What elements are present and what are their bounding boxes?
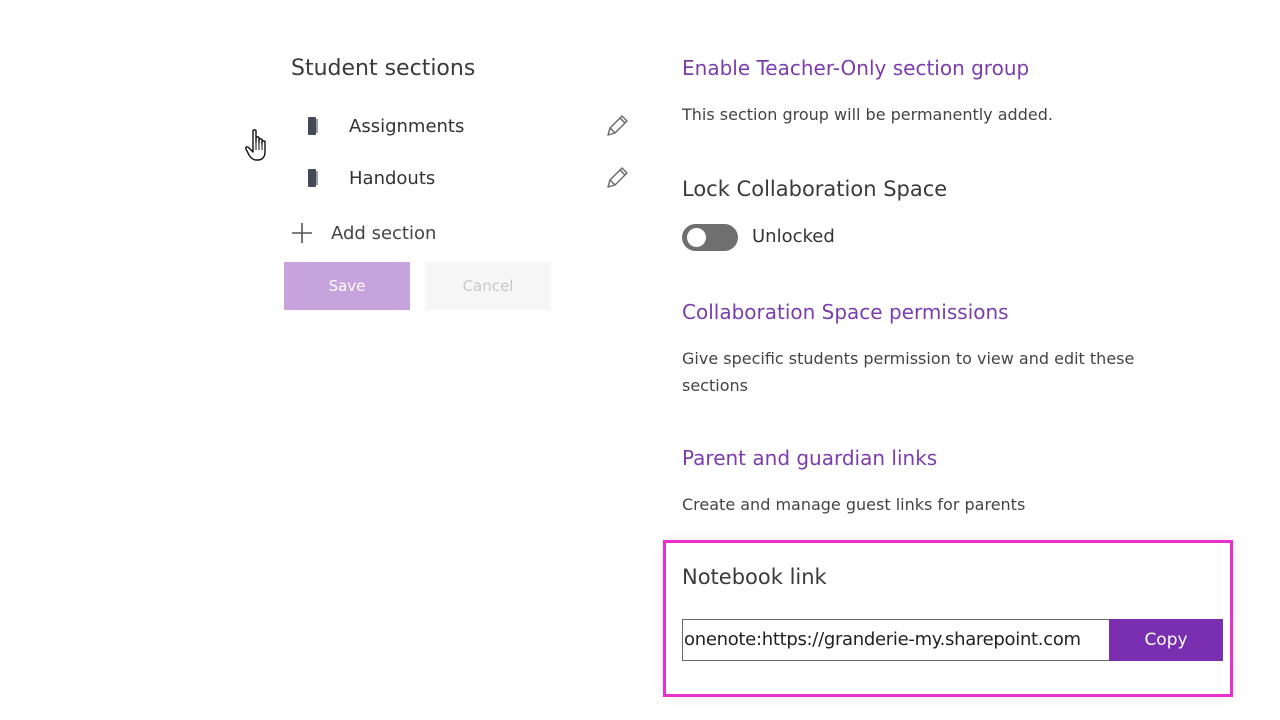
- notebook-link-heading: Notebook link: [682, 565, 827, 589]
- pencil-edit-icon[interactable]: [604, 165, 630, 191]
- cancel-button[interactable]: Cancel: [425, 262, 551, 310]
- section-item-assignments[interactable]: Assignments: [300, 110, 630, 142]
- collaboration-permissions-description: Give specific students permission to vie…: [682, 349, 1135, 395]
- section-tab-icon: [308, 169, 318, 187]
- class-notebook-settings-page: Student sections Assignments Handouts Ad…: [0, 0, 1280, 720]
- section-label: Assignments: [349, 115, 465, 137]
- save-button[interactable]: Save: [284, 262, 410, 310]
- hand-pointer-cursor-icon: [244, 128, 272, 164]
- toggle-knob: [687, 228, 706, 247]
- toggle-state-label: Unlocked: [752, 226, 835, 247]
- pencil-edit-icon[interactable]: [604, 113, 630, 139]
- lock-collaboration-heading: Lock Collaboration Space: [682, 177, 948, 201]
- notebook-link-field[interactable]: onenote:https://granderie-my.sharepoint.…: [682, 619, 1110, 661]
- enable-teacher-only-link[interactable]: Enable Teacher-Only section group: [682, 56, 1029, 80]
- parent-guardian-links-link[interactable]: Parent and guardian links: [682, 446, 937, 470]
- parent-guardian-description: Create and manage guest links for parent…: [682, 495, 1026, 514]
- section-label: Handouts: [349, 167, 436, 189]
- collaboration-permissions-link[interactable]: Collaboration Space permissions: [682, 300, 1009, 324]
- lock-collaboration-toggle[interactable]: [682, 224, 738, 251]
- section-tab-icon: [308, 117, 318, 135]
- teacher-only-description: This section group will be permanently a…: [682, 105, 1053, 124]
- plus-icon: [290, 221, 314, 245]
- copy-button[interactable]: Copy: [1109, 619, 1223, 661]
- section-item-handouts[interactable]: Handouts: [300, 162, 630, 194]
- student-sections-title: Student sections: [291, 56, 476, 81]
- add-section-label: Add section: [331, 222, 437, 244]
- add-section-button[interactable]: Add section: [290, 218, 436, 248]
